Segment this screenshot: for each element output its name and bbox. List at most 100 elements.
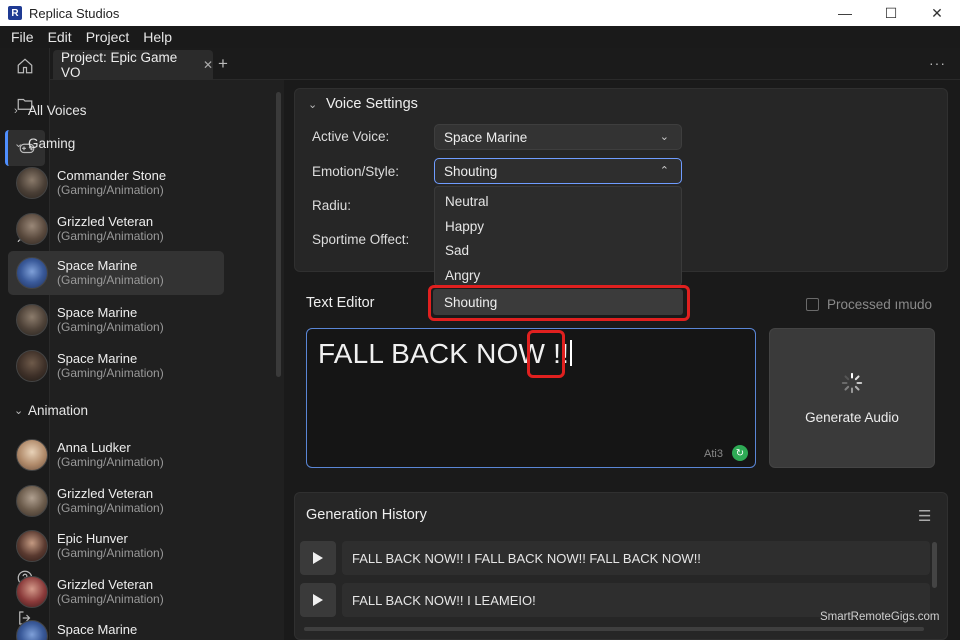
voice-category: (Gaming/Animation) [57,320,164,334]
voice-item[interactable]: Space Marine [8,616,224,640]
history-scrollbar-vertical[interactable] [932,542,937,588]
option-neutral[interactable]: Neutral [445,194,489,209]
voice-name: Space Marine [57,258,138,273]
avatar [16,530,48,562]
highlight-box [428,285,690,321]
menu-project[interactable]: Project [79,29,137,45]
voice-category: (Gaming/Animation) [57,501,164,515]
minimize-button[interactable]: — [822,0,868,26]
offset-label: Sportime Offect: [312,232,410,247]
voice-name: Space Marine [57,622,138,637]
tab-bar: Project: Epic Game VO ✕ + ··· [50,48,960,80]
emotion-style-select[interactable]: Shouting ⌃ [434,158,682,184]
processed-toggle[interactable]: Processed ımudo [806,297,932,312]
generate-audio-button[interactable] [769,328,935,468]
all-voices-group[interactable]: › All Voices [14,103,87,118]
active-voice-label: Active Voice: [312,129,390,144]
avatar [16,350,48,382]
emotion-style-label: Emotion/Style: [312,164,400,179]
voice-item[interactable]: Grizzled Veteran (Gaming/Animation) [8,207,224,251]
voice-settings-header[interactable]: ⌄ Voice Settings [308,96,418,112]
voice-item-selected[interactable]: Space Marine (Gaming/Animation) [8,251,224,295]
voice-category: (Gaming/Animation) [57,592,164,606]
voice-name: Commander Stone [57,168,167,183]
voice-category: (Gaming/Animation) [57,183,164,197]
voice-list-scrollbar[interactable] [276,92,281,377]
menu-help[interactable]: Help [136,29,179,45]
editor-text-main: FALL BACK NOW [318,338,554,369]
play-button[interactable] [300,583,336,617]
text-editor-title: Text Editor [306,295,375,311]
active-voice-select[interactable]: Space Marine ⌄ [434,124,682,150]
play-icon [313,552,323,564]
history-scrollbar-horizontal[interactable] [304,627,924,631]
voice-settings-title: Voice Settings [326,96,418,112]
avatar [16,439,48,471]
close-window-button[interactable]: ✕ [914,0,960,26]
play-icon [313,594,323,606]
text-cursor [570,340,572,366]
avatar [16,213,48,245]
voice-name: Grizzled Veteran [57,486,154,501]
voice-category: (Gaming/Animation) [57,546,164,560]
tab-close-icon[interactable]: ✕ [203,58,213,72]
voice-name: Space Marine [57,305,138,320]
active-voice-value: Space Marine [444,129,528,145]
animation-group[interactable]: ⌄ Animation [14,403,88,418]
avatar [16,167,48,199]
avatar [16,304,48,336]
chevron-right-icon: › [14,104,18,117]
generation-history-title: Generation History [306,507,427,523]
history-row[interactable]: FALL BACK NOW!! I FALL BACK NOW!! FALL B… [342,541,930,575]
refresh-icon[interactable]: ↻ [732,445,748,461]
voice-item[interactable]: Space Marine (Gaming/Animation) [8,298,224,342]
tab-label: Project: Epic Game VO [61,50,178,80]
loading-spinner-icon [841,372,863,394]
play-button[interactable] [300,541,336,575]
avatar [16,257,48,289]
generate-audio-label: Generate Audio [805,410,899,425]
option-angry[interactable]: Angry [445,268,480,283]
maximize-button[interactable]: ☐ [868,0,914,26]
add-tab-icon[interactable]: + [218,54,228,74]
tab-project[interactable]: Project: Epic Game VO ✕ [53,50,213,80]
option-sad[interactable]: Sad [445,243,469,258]
watermark: SmartRemoteGigs.com [820,611,940,623]
voice-item[interactable]: Commander Stone (Gaming/Animation) [8,161,224,205]
chevron-down-icon: ⌄ [659,131,669,143]
group-label: Animation [28,403,89,418]
voice-name: Anna Ludker [57,440,131,455]
app-logo-icon: R [8,6,22,20]
highlight-box [527,330,565,378]
gaming-group[interactable]: ⌄ Gaming [14,136,75,151]
chevron-up-icon: ⌃ [659,165,669,177]
more-options-icon[interactable]: ··· [929,55,946,71]
voice-name: Space Marine [57,351,138,366]
menu-edit[interactable]: Edit [41,29,79,45]
char-count: Ati3 [704,448,723,460]
chevron-down-icon: ⌄ [14,405,24,417]
chevron-down-icon: ⌄ [308,98,318,111]
voice-item[interactable]: Grizzled Veteran (Gaming/Animation) [8,570,224,614]
menu-icon[interactable]: ☰ [918,507,931,525]
voice-category: (Gaming/Animation) [57,366,164,380]
group-label: All Voices [28,103,87,118]
voice-name: Grizzled Veteran [57,214,154,229]
avatar [16,576,48,608]
processed-checkbox[interactable] [806,298,819,311]
voice-name: Epic Hunver [57,531,128,546]
voice-name: Grizzled Veteran [57,577,154,592]
menu-bar: File Edit Project Help [0,26,960,48]
home-icon[interactable] [5,48,45,84]
voice-item[interactable]: Grizzled Veteran (Gaming/Animation) [8,479,224,523]
window-title: Replica Studios [29,5,120,21]
voice-item[interactable]: Anna Ludker (Gaming/Animation) [8,433,224,477]
menu-file[interactable]: File [4,29,41,45]
voice-item[interactable]: Space Marine (Gaming/Animation) [8,344,224,388]
voice-item[interactable]: Epic Hunver (Gaming/Animation) [8,524,224,568]
option-happy[interactable]: Happy [445,219,484,234]
chevron-down-icon: ⌄ [14,138,24,150]
avatar [16,485,48,517]
title-bar: R Replica Studios — ☐ ✕ [0,0,960,26]
window-controls: — ☐ ✕ [822,0,960,26]
